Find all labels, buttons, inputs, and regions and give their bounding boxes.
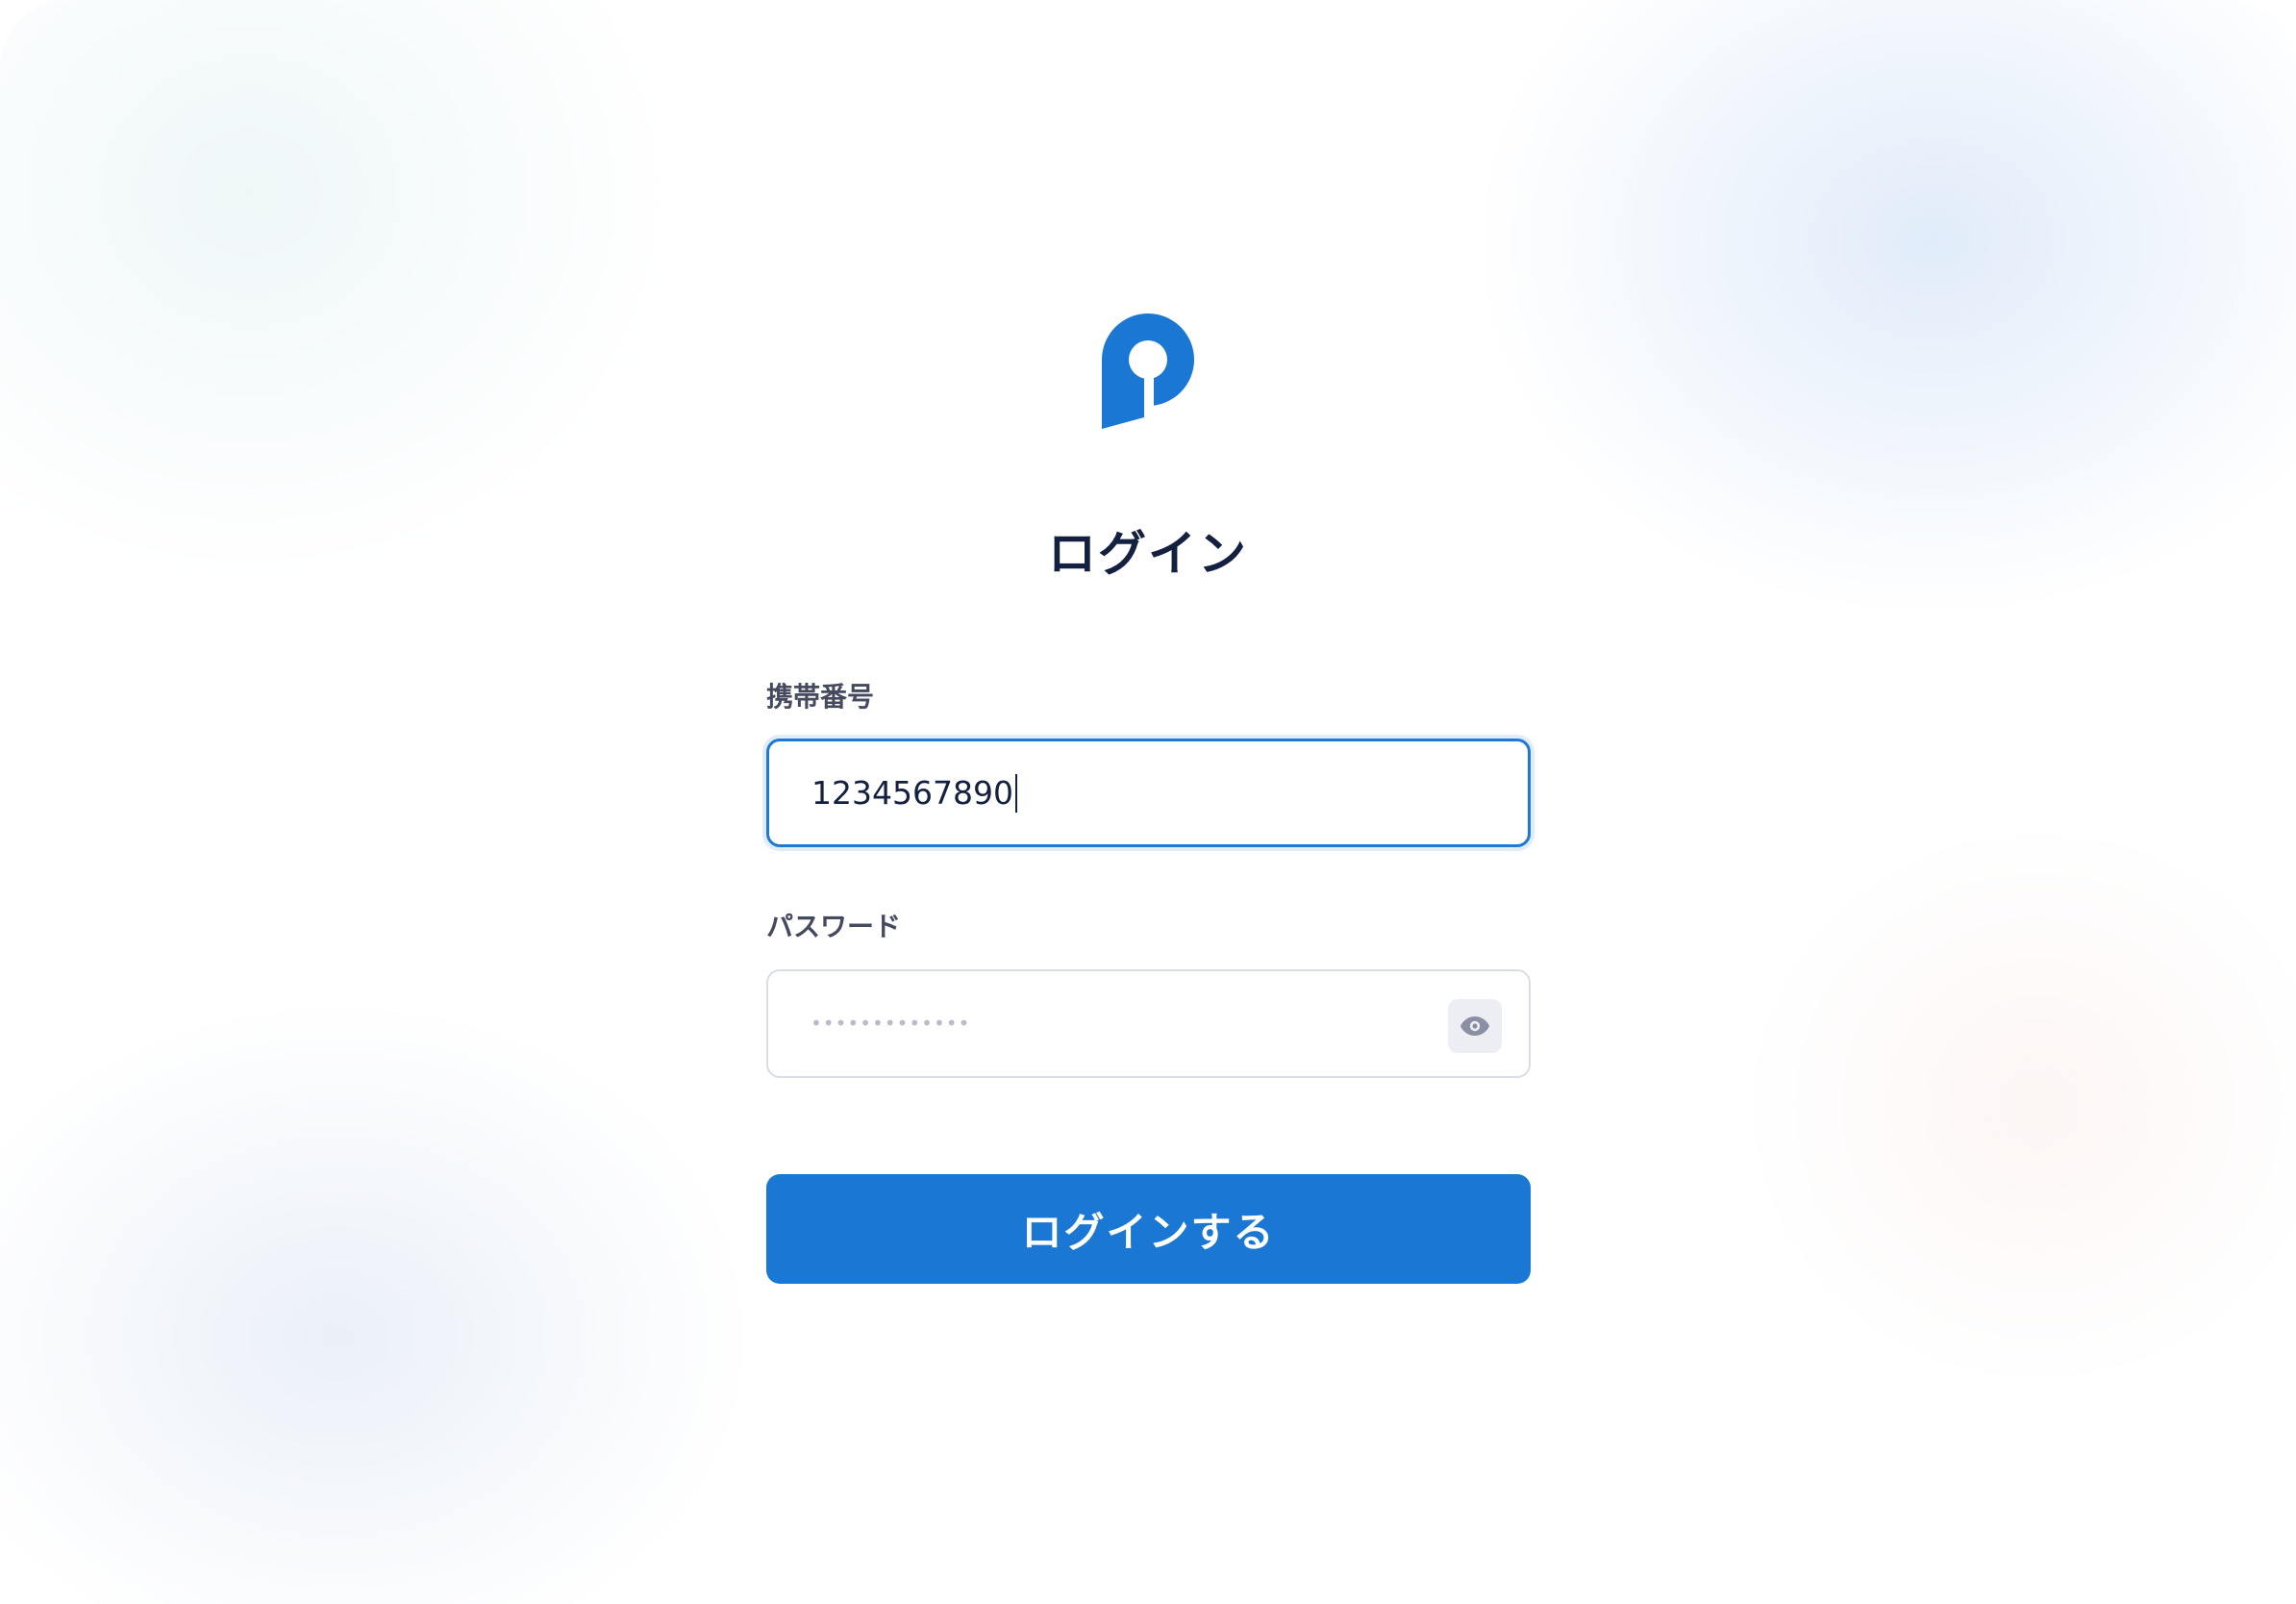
phone-input-value: 1234567890: [811, 774, 1017, 813]
phone-label: 携帯番号: [766, 681, 875, 713]
page-title: ログイン: [1048, 526, 1248, 582]
eye-icon: [1460, 1016, 1489, 1036]
phone-input[interactable]: 1234567890: [766, 739, 1531, 847]
text-caret: [1014, 774, 1017, 813]
password-label: パスワード: [766, 911, 902, 942]
login-screen: ログイン 携帯番号 1234567890 パスワード •••••••••••••…: [0, 0, 2296, 1604]
login-button[interactable]: ログインする: [766, 1174, 1531, 1284]
password-mask: •••••••••••••: [811, 1012, 971, 1035]
password-input[interactable]: •••••••••••••: [766, 969, 1531, 1078]
p-logo-icon: [1102, 313, 1194, 429]
show-password-button[interactable]: [1448, 999, 1502, 1053]
